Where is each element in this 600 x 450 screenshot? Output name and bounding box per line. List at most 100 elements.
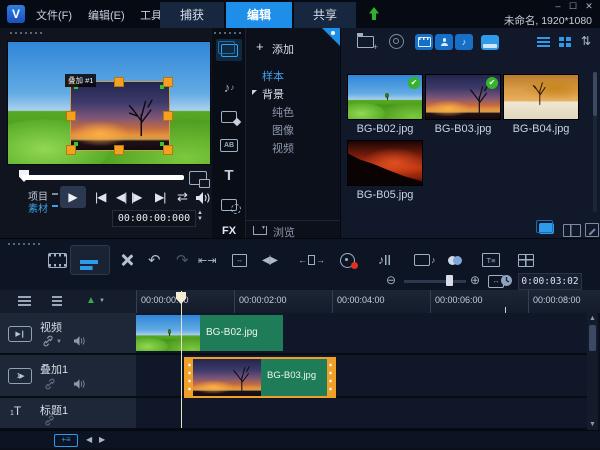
resize-handle-e[interactable] [163, 111, 173, 121]
library-panel-icon[interactable] [536, 220, 554, 234]
library-scrollbar[interactable] [593, 72, 597, 212]
sort-icon[interactable]: ⇅ [581, 34, 591, 48]
timecode-spinner[interactable]: ▲ ▼ [197, 210, 203, 222]
split-clip-icon[interactable]: ◀|▶ [262, 249, 278, 271]
tab-capture[interactable]: 捕获 [160, 2, 224, 28]
clip-bg-b02[interactable]: BG-B02.jpg [136, 315, 283, 351]
scroll-right-icon[interactable]: ▶ [99, 435, 105, 444]
panel-drag-handle[interactable] [8, 243, 40, 245]
track-header-overlay1[interactable]: 1▶ 叠加1 [0, 355, 136, 398]
undo-icon[interactable]: ↶ [148, 249, 161, 271]
go-end-button[interactable]: ▶| [155, 190, 166, 204]
tree-item-solid[interactable]: 纯色 [272, 104, 294, 120]
add-plus-icon[interactable]: + [256, 39, 264, 54]
playhead-line[interactable] [181, 291, 182, 428]
ruler-cell[interactable]: 00:00:00:00 [136, 290, 236, 313]
library-item[interactable]: BG-B04.jpg [503, 74, 579, 135]
auto-music-icon[interactable]: ♪ [414, 249, 436, 271]
import-folder-icon[interactable] [357, 33, 378, 52]
audio-category-icon[interactable]: ♪ ♪ [216, 76, 242, 98]
capture-shutter-icon[interactable] [389, 34, 404, 49]
trim-handle-left[interactable] [186, 359, 193, 396]
show-all-tracks-icon[interactable] [18, 296, 31, 306]
timeline-view-selected-box[interactable] [70, 245, 110, 275]
thumbnail-desert-tree[interactable] [503, 74, 579, 120]
track-manager-icon[interactable] [518, 249, 534, 271]
maximize-button[interactable]: ☐ [567, 1, 579, 12]
tree-item-background[interactable]: 背景 [262, 86, 284, 102]
close-button[interactable]: ✕ [583, 1, 595, 12]
redo-icon[interactable]: ↷ [176, 249, 189, 271]
scroll-left-icon[interactable]: ◀ [86, 435, 92, 444]
browse-row[interactable]: 浏览 [245, 220, 340, 239]
timeline-scrollbar[interactable]: ▲ ▼ [587, 313, 598, 430]
scroll-down-icon[interactable]: ▼ [587, 421, 598, 428]
painting-creator-icon[interactable] [448, 249, 462, 271]
resize-handle-se[interactable] [163, 145, 173, 155]
menu-edit[interactable]: 编辑(E) [88, 7, 125, 23]
resize-handle-sw[interactable] [66, 145, 76, 155]
sound-mixer-icon[interactable]: ♪ [378, 249, 392, 271]
scrubber-track[interactable] [22, 175, 184, 180]
library-item[interactable]: BG-B03.jpg [425, 74, 501, 135]
library-item[interactable]: BG-B02.jpg [347, 74, 423, 135]
zoom-out-icon[interactable]: ⊖ [386, 273, 396, 287]
volume-button[interactable] [196, 191, 210, 209]
library-item[interactable]: BG-B05.jpg [347, 140, 423, 201]
thumbnail-green-field[interactable] [347, 74, 423, 120]
trim-handle-right[interactable] [327, 359, 334, 396]
clip-bg-b03-selected[interactable]: BG-B03.jpg [184, 357, 336, 398]
timeline-scrollbar-thumb[interactable] [589, 325, 596, 351]
zoom-slider-handle[interactable] [446, 275, 453, 286]
project-duration-timecode[interactable]: 0:00:03:02 [518, 273, 582, 290]
resize-handle-n[interactable] [114, 77, 124, 87]
resize-handle-s[interactable] [114, 145, 124, 155]
ruler-cell[interactable]: 00:00:04:00 [332, 290, 432, 313]
go-start-button[interactable]: |◀ [95, 190, 106, 204]
link-dropdown-icon[interactable]: ▼ [56, 339, 62, 345]
marker-dropdown-icon[interactable]: ▼ [99, 298, 105, 304]
track-height-icon[interactable] [52, 296, 62, 306]
mute-icon[interactable] [74, 379, 85, 391]
motion-category-icon[interactable] [216, 194, 242, 216]
add-label[interactable]: 添加 [272, 41, 294, 57]
ruler-cell[interactable]: 00:00:02:00 [234, 290, 334, 313]
track-header-title1[interactable]: 1T 标题1 [0, 398, 136, 430]
thumbnail-red-sky[interactable] [347, 140, 423, 186]
storyboard-view-icon[interactable] [48, 249, 67, 271]
menu-tools[interactable]: 工具 [140, 7, 162, 23]
media-category-icon[interactable] [216, 39, 242, 61]
ruler-cell[interactable]: 00:00:06:00 [430, 290, 530, 313]
overlay-clip-preview[interactable] [70, 81, 170, 151]
preview-timecode[interactable]: 00:00:00:000 [112, 210, 196, 227]
fit-project-icon[interactable]: ⇤⇥ [198, 249, 216, 271]
enlarge-preview-icon[interactable] [189, 171, 210, 188]
distort-dot-sw[interactable] [74, 142, 78, 146]
tree-item-image[interactable]: 图像 [272, 122, 294, 138]
filter-audio-icon[interactable]: ♪ [455, 34, 473, 50]
subtitle-editor-icon[interactable] [482, 249, 500, 271]
track-lane-title1[interactable] [136, 398, 587, 430]
tree-expander-icon[interactable] [252, 90, 257, 95]
next-frame-button[interactable]: |▶ [131, 190, 142, 204]
ripple-edit-icon[interactable]: ← → [298, 249, 325, 271]
resize-handle-ne[interactable] [163, 77, 173, 87]
export-up-arrow-icon[interactable] [368, 6, 380, 26]
resize-handle-w[interactable] [66, 111, 76, 121]
tab-edit[interactable]: 编辑 [226, 2, 292, 28]
prev-frame-button[interactable]: ◀| [116, 190, 127, 204]
repeat-button[interactable]: ⇄ [177, 189, 188, 205]
list-view-icon[interactable] [537, 37, 550, 47]
transition-category-icon[interactable] [216, 106, 242, 128]
thumbnail-sunset-tree[interactable] [425, 74, 501, 120]
zoom-slider-track[interactable] [404, 280, 466, 283]
tree-item-video[interactable]: 视频 [272, 140, 294, 156]
mute-icon[interactable] [74, 336, 85, 348]
filter-video-icon[interactable] [415, 34, 433, 50]
grid-view-icon[interactable] [559, 37, 571, 47]
add-track-button[interactable] [54, 434, 78, 447]
add-marker-icon[interactable]: ▲ [86, 295, 96, 306]
distort-dot-ne[interactable] [160, 85, 164, 89]
record-capture-icon[interactable] [340, 249, 358, 271]
link-icon[interactable] [44, 378, 56, 392]
